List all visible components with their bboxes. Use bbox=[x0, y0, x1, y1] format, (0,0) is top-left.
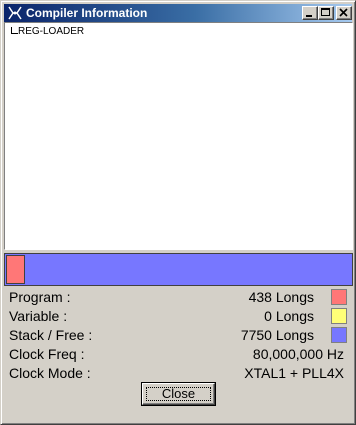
close-button[interactable]: Close bbox=[141, 382, 216, 406]
tree-connector bbox=[11, 27, 18, 34]
clock-mode-label: Clock Mode : bbox=[9, 365, 91, 381]
object-tree[interactable]: REG-LOADER bbox=[4, 22, 353, 250]
stack-free-label: Stack / Free : bbox=[9, 327, 93, 343]
program-label: Program : bbox=[9, 289, 71, 305]
window-title: Compiler Information bbox=[26, 6, 148, 20]
stack-free-value: 7750 Longs bbox=[240, 327, 314, 343]
variable-label: Variable : bbox=[9, 308, 68, 324]
info-row-clock-freq: Clock Freq : 80,000,000 Hz bbox=[9, 345, 349, 364]
compiler-info-window: Compiler Information REG-LOADER Program … bbox=[0, 0, 356, 425]
info-row-program: Program : 438 Longs bbox=[9, 288, 349, 307]
title-bar[interactable]: Compiler Information bbox=[4, 4, 352, 22]
clock-mode-value: XTAL1 + PLL4X bbox=[244, 365, 344, 381]
clock-freq-value: 80,000,000 Hz bbox=[252, 346, 344, 362]
info-row-clock-mode: Clock Mode : XTAL1 + PLL4X bbox=[9, 364, 349, 383]
clock-freq-label: Clock Freq : bbox=[9, 346, 85, 362]
program-value: 438 Longs bbox=[248, 289, 314, 305]
close-button-label: Close bbox=[161, 386, 196, 401]
variable-value: 0 Longs bbox=[264, 308, 314, 324]
maximize-button[interactable] bbox=[318, 6, 334, 20]
stack-free-color-swatch bbox=[331, 327, 347, 343]
memory-usage-bar bbox=[4, 253, 353, 286]
memory-bar-program-segment bbox=[6, 255, 25, 284]
tree-item-reg-loader[interactable]: REG-LOADER bbox=[18, 26, 84, 37]
program-color-swatch bbox=[331, 289, 347, 305]
close-window-button[interactable] bbox=[336, 6, 352, 20]
variable-color-swatch bbox=[331, 308, 347, 324]
maximize-icon bbox=[321, 8, 330, 16]
close-icon bbox=[339, 8, 348, 17]
minimize-button[interactable] bbox=[302, 6, 318, 20]
minimize-icon bbox=[306, 15, 312, 17]
propeller-app-icon bbox=[7, 5, 23, 21]
info-row-stack-free: Stack / Free : 7750 Longs bbox=[9, 326, 349, 345]
info-row-variable: Variable : 0 Longs bbox=[9, 307, 349, 326]
